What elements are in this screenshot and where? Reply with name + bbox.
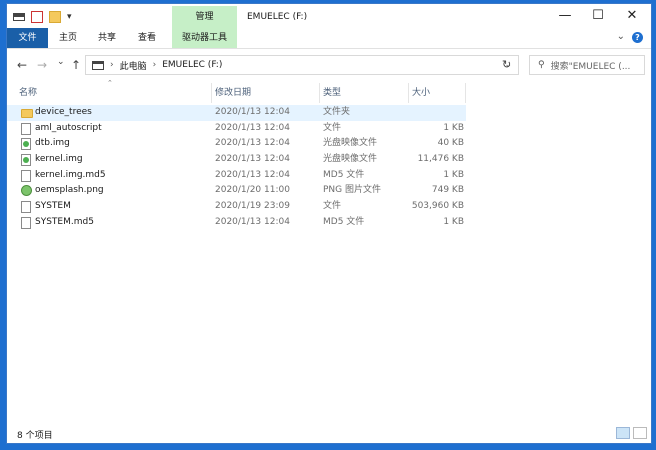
list-item[interactable]: device_trees 2020/1/13 12:04 文件夹	[7, 105, 466, 121]
file-icon	[21, 201, 31, 214]
file-size: 11,476 KB	[417, 154, 464, 165]
file-modified: 2020/1/13 12:04	[215, 216, 290, 227]
file-size: 40 KB	[437, 138, 464, 149]
file-modified: 2020/1/19 23:09	[215, 201, 290, 212]
up-button[interactable]: ↑	[71, 58, 81, 72]
list-item[interactable]: aml_autoscript 2020/1/13 12:04 文件 1 KB	[7, 121, 466, 137]
tab-share[interactable]: 共享	[89, 28, 125, 48]
file-type: MD5 文件	[323, 216, 365, 227]
close-button[interactable]: ✕	[616, 4, 648, 28]
status-bar: 8 个项目	[7, 425, 651, 443]
file-modified: 2020/1/20 11:00	[215, 185, 290, 196]
column-type[interactable]: 类型	[323, 83, 341, 103]
file-type: MD5 文件	[323, 169, 365, 180]
breadcrumb-separator-icon: ›	[152, 60, 157, 70]
list-item[interactable]: kernel.img 2020/1/13 12:04 光盘映像文件 11,476…	[7, 152, 466, 168]
breadcrumb-this-pc[interactable]: 此电脑	[120, 59, 147, 72]
tab-drive-tools[interactable]: 驱动器工具	[172, 28, 237, 48]
file-name: kernel.img	[35, 154, 83, 165]
address-row: ← → ⌄ ↑ › 此电脑 › EMUELEC (F:) ⌄ ↻ ⚲ 搜索"EM…	[7, 49, 651, 81]
file-modified: 2020/1/13 12:04	[215, 107, 290, 117]
file-size: 1 KB	[443, 122, 464, 133]
file-modified: 2020/1/13 12:04	[215, 122, 290, 133]
folder-icon	[21, 109, 33, 118]
drive-icon	[92, 60, 104, 70]
tab-manage[interactable]: 管理	[172, 6, 237, 28]
file-name: dtb.img	[35, 138, 70, 149]
file-name: oemsplash.png	[35, 185, 104, 196]
title-bar: ▾ 管理 EMUELEC (F:) — ☐ ✕	[7, 4, 651, 28]
file-list: device_trees 2020/1/13 12:04 文件夹 aml_aut…	[7, 105, 651, 231]
breadcrumb-separator-icon: ›	[110, 60, 114, 70]
file-name: SYSTEM	[35, 201, 71, 212]
minimize-button[interactable]: —	[549, 4, 581, 28]
file-type: 光盘映像文件	[323, 154, 378, 165]
properties-icon[interactable]	[31, 11, 43, 23]
forward-button[interactable]: →	[37, 58, 47, 72]
help-icon[interactable]: ?	[632, 32, 643, 43]
file-icon	[21, 122, 31, 135]
tab-view[interactable]: 查看	[129, 28, 165, 48]
list-item[interactable]: oemsplash.png 2020/1/20 11:00 PNG 图片文件 7…	[7, 183, 466, 199]
list-item[interactable]: kernel.img.md5 2020/1/13 12:04 MD5 文件 1 …	[7, 168, 466, 184]
file-name: SYSTEM.md5	[35, 216, 94, 227]
ribbon-tabs: 文件 主页 共享 查看 驱动器工具 ⌄ ?	[7, 28, 651, 49]
maximize-button[interactable]: ☐	[582, 4, 614, 28]
tab-home[interactable]: 主页	[51, 28, 85, 48]
file-type: 文件	[323, 201, 342, 212]
sort-up-icon: ⌃	[107, 79, 113, 87]
column-modified[interactable]: 修改日期	[215, 83, 251, 103]
file-size: 749 KB	[431, 185, 464, 196]
column-separator[interactable]	[319, 83, 320, 103]
window-title: EMUELEC (F:)	[247, 12, 308, 22]
recent-locations-button[interactable]: ⌄	[57, 57, 65, 67]
details-view-icon[interactable]	[616, 427, 630, 439]
column-separator[interactable]	[465, 83, 466, 103]
list-item[interactable]: SYSTEM.md5 2020/1/13 12:04 MD5 文件 1 KB	[7, 215, 466, 231]
tab-file[interactable]: 文件	[7, 28, 48, 48]
file-name: kernel.img.md5	[35, 169, 106, 180]
image-file-icon	[21, 185, 32, 197]
quick-access-toolbar: ▾	[13, 10, 72, 24]
file-modified: 2020/1/13 12:04	[215, 138, 290, 149]
refresh-button[interactable]: ↻	[502, 58, 511, 71]
search-input[interactable]: 搜索"EMUELEC (...	[551, 59, 631, 72]
column-separator[interactable]	[211, 83, 212, 103]
list-item[interactable]: dtb.img 2020/1/13 12:04 光盘映像文件 40 KB	[7, 136, 466, 152]
file-modified: 2020/1/13 12:04	[215, 154, 290, 165]
list-item[interactable]: SYSTEM 2020/1/19 23:09 文件 503,960 KB	[7, 199, 466, 215]
customize-toolbar-icon[interactable]: ▾	[67, 12, 72, 22]
item-count: 8 个项目	[17, 431, 53, 441]
file-name: aml_autoscript	[35, 122, 102, 133]
file-size: 503,960 KB	[411, 201, 464, 212]
column-separator[interactable]	[408, 83, 409, 103]
large-icons-view-icon[interactable]	[633, 427, 647, 439]
column-name[interactable]: 名称	[19, 83, 37, 103]
file-name: device_trees	[35, 107, 92, 117]
chevron-down-icon[interactable]: ⌄	[617, 31, 625, 42]
file-icon	[21, 169, 31, 182]
search-box[interactable]: ⚲ 搜索"EMUELEC (...	[529, 55, 645, 75]
search-icon: ⚲	[538, 60, 545, 70]
file-icon	[21, 216, 31, 229]
new-folder-icon[interactable]	[49, 11, 61, 23]
column-size[interactable]: 大小	[412, 83, 430, 103]
file-modified: 2020/1/13 12:04	[215, 169, 290, 180]
file-size: 1 KB	[443, 216, 464, 227]
explorer-window: ▾ 管理 EMUELEC (F:) — ☐ ✕ 文件 主页 共享 查看 驱动器工…	[6, 3, 652, 444]
drive-icon	[13, 13, 25, 21]
file-size: 1 KB	[443, 169, 464, 180]
file-type: PNG 图片文件	[323, 185, 381, 196]
file-type: 文件	[323, 122, 342, 133]
disc-image-icon	[21, 154, 31, 167]
disc-image-icon	[21, 138, 31, 151]
back-button[interactable]: ←	[17, 58, 27, 72]
address-bar[interactable]: › 此电脑 › EMUELEC (F:) ⌄	[85, 55, 519, 75]
breadcrumb-drive[interactable]: EMUELEC (F:)	[162, 60, 222, 70]
file-type: 文件夹	[323, 107, 351, 117]
file-type: 光盘映像文件	[323, 138, 378, 149]
column-headers: 名称 ⌃ 修改日期 类型 大小	[7, 79, 651, 103]
